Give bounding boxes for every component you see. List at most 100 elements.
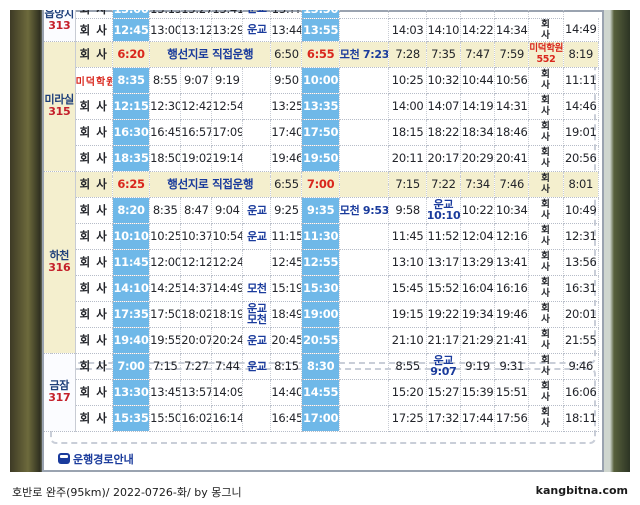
highlight-time-cell: 19:40 (112, 327, 151, 354)
time-cell: 7:47 (460, 41, 496, 68)
highlight-time-cell: 19:50 (301, 145, 340, 172)
destination-cell: 회사 (528, 249, 564, 276)
time-cell: 13:17 (426, 249, 461, 276)
time-cell: 21:55 (563, 327, 600, 354)
time-cell: 20:24 (211, 327, 244, 354)
origin-cell: 회 사 (75, 223, 113, 250)
time-cell: 20:01 (563, 301, 600, 328)
time-cell: 7:27 (180, 353, 213, 380)
highlight-time-cell: 9:35 (301, 197, 340, 224)
time-cell: 12:42 (180, 93, 213, 120)
time-cell: 13:12 (180, 18, 213, 42)
route-guide-label: 운행경로안내 (58, 451, 134, 467)
destination-cell (528, 10, 564, 19)
time-cell: 17:32 (426, 405, 461, 432)
route-number: 313 (48, 19, 71, 33)
timetable-row: 회 사 17:35 17:50 18:02 18:19 운교 모천 18:49 19:00 19:… (44, 301, 600, 328)
bus-icon (58, 453, 70, 464)
time-cell: 14:49 (563, 18, 600, 42)
time-cell: 7:46 (494, 171, 530, 198)
time-cell (339, 405, 390, 432)
timetable-row: 하천 316 회 사 6:25 행선지로 직접운행 6:55 7:00 7:15 7:22 7:3… (44, 171, 600, 354)
destination-cell: 회사 (528, 171, 564, 198)
time-cell: 12:16 (494, 223, 530, 250)
time-cell: 11:11 (563, 67, 600, 94)
time-cell: 19:01 (563, 119, 600, 146)
via-cell: 운교 9:07 (426, 353, 461, 380)
origin-cell: 회 사 (75, 301, 113, 328)
time-cell: 13:00 (149, 18, 182, 42)
highlight-time-cell: 7:00 (301, 171, 340, 198)
highlight-time-cell: 8:20 (112, 197, 151, 224)
time-cell: 13:25 (270, 93, 303, 120)
time-cell: 13:15 (149, 10, 182, 19)
via-cell: 운교 (242, 353, 272, 380)
highlight-time-cell: 15:35 (112, 405, 151, 432)
highlight-time-cell: 19:00 (301, 301, 340, 328)
time-cell: 19:55 (149, 327, 182, 354)
time-cell: 6:50 (270, 41, 303, 68)
time-cell: 17:50 (149, 301, 182, 328)
time-cell: 14:07 (426, 93, 461, 120)
time-cell: 10:56 (494, 67, 530, 94)
time-cell: 10:34 (494, 197, 530, 224)
origin-cell: 회 사 (75, 18, 113, 42)
time-cell: 14:22 (460, 18, 496, 42)
time-cell: 19:15 (388, 301, 427, 328)
route-number: 315 (48, 105, 71, 118)
highlight-time-cell: 16:30 (112, 119, 151, 146)
time-cell: 14:00 (388, 93, 427, 120)
time-cell: 16:45 (270, 405, 303, 432)
destination-cell: 회사 (528, 379, 564, 406)
time-cell: 13:45 (149, 379, 182, 406)
highlight-time-cell: 13:00 (112, 10, 151, 19)
time-cell: 13:44 (270, 18, 303, 42)
time-cell: 18:34 (460, 119, 496, 146)
highlight-time-cell: 17:00 (301, 405, 340, 432)
time-cell: 9:19 (211, 67, 244, 94)
origin-cell: 회 사 (75, 275, 113, 302)
time-cell: 19:22 (426, 301, 461, 328)
time-cell: 7:44 (211, 353, 244, 380)
time-cell: 16:04 (460, 275, 496, 302)
time-cell: 20:41 (494, 145, 530, 172)
highlight-time-cell: 20:55 (301, 327, 340, 354)
time-cell: 17:44 (460, 405, 496, 432)
route-label: 미라실 315 (44, 41, 76, 172)
time-cell (242, 119, 272, 146)
highlight-time-cell: 14:55 (301, 379, 340, 406)
time-cell (339, 249, 390, 276)
time-cell (242, 405, 272, 432)
time-cell: 14:46 (563, 93, 600, 120)
time-cell: 9:46 (563, 353, 600, 380)
time-cell: 9:19 (460, 353, 496, 380)
time-cell: 8:01 (563, 171, 600, 198)
time-cell (339, 18, 390, 42)
time-cell (242, 93, 272, 120)
via-cell: 모천 (242, 275, 272, 302)
origin-cell: 회 사 (75, 119, 113, 146)
origin-cell: 회 사 (75, 249, 113, 276)
time-cell: 20:29 (460, 145, 496, 172)
highlight-time-cell: 6:20 (112, 41, 151, 68)
time-cell: 15:51 (494, 379, 530, 406)
highlight-time-cell: 8:30 (301, 353, 340, 380)
time-cell: 9:25 (270, 197, 303, 224)
time-cell: 9:31 (494, 353, 530, 380)
time-cell: 18:49 (270, 301, 303, 328)
highlight-time-cell: 11:30 (301, 223, 340, 250)
time-cell: 16:45 (149, 119, 182, 146)
time-cell: 21:29 (460, 327, 496, 354)
time-cell: 16:14 (211, 405, 244, 432)
time-cell: 7:15 (388, 171, 427, 198)
time-cell: 13:29 (211, 18, 244, 42)
time-cell: 14:09 (211, 379, 244, 406)
time-cell: 16:02 (180, 405, 213, 432)
site-watermark: kangbitna.com (535, 484, 628, 497)
timetable-row: 회 사 10:10 10:25 10:37 10:54 운교 11:15 11:30 11:45… (44, 223, 600, 250)
time-cell: 14:19 (460, 93, 496, 120)
time-cell: 13:27 (180, 10, 213, 19)
time-cell: 19:46 (494, 301, 530, 328)
time-cell: 6:55 (270, 171, 303, 198)
highlight-time-cell: 11:45 (112, 249, 151, 276)
